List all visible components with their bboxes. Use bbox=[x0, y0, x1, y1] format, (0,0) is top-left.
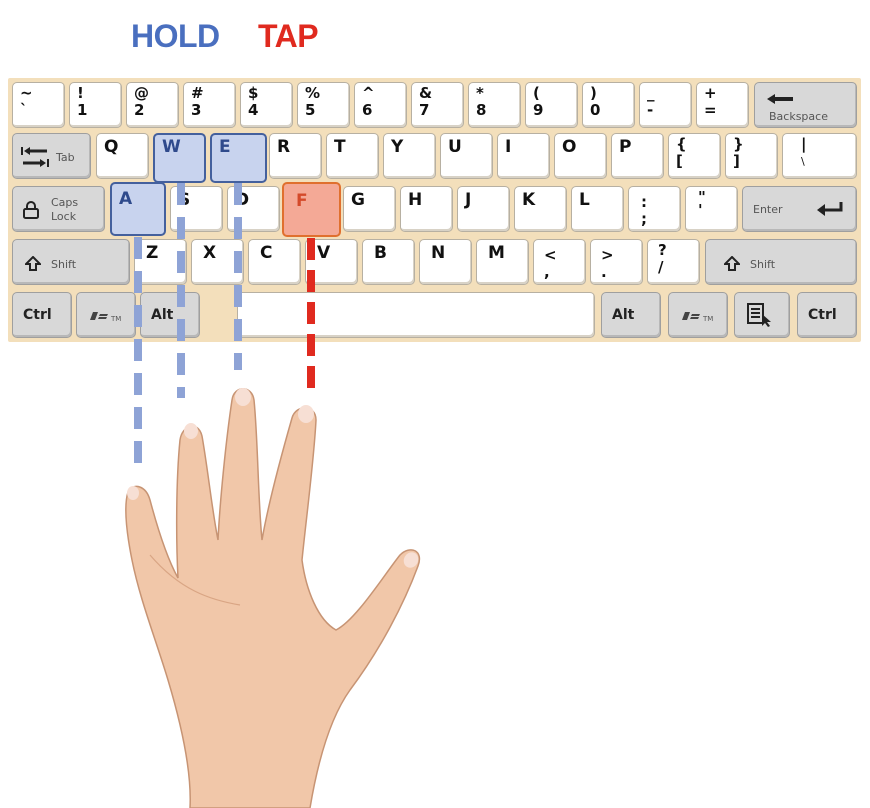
hand-illustration bbox=[125, 183, 421, 808]
fingernail bbox=[184, 423, 198, 439]
fingernail bbox=[127, 486, 139, 500]
fingernail bbox=[235, 388, 251, 406]
hand-shape bbox=[125, 388, 421, 808]
hand-icon bbox=[125, 388, 421, 808]
fingernail bbox=[298, 405, 314, 423]
